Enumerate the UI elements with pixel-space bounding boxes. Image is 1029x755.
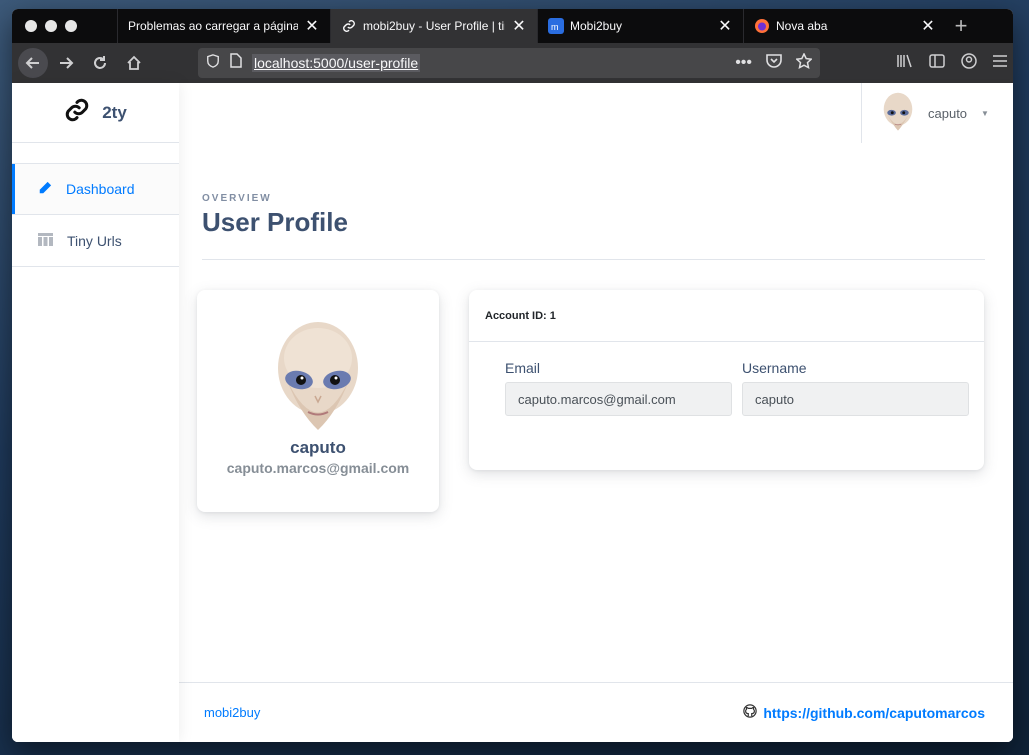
browser-window: Problemas ao carregar a página ✕ mobi2bu… [12,9,1013,742]
mobi2buy-favicon-icon: m [548,18,564,34]
home-icon[interactable] [118,47,150,79]
page-overline: OVERVIEW [202,193,272,204]
zoom-window-button[interactable] [65,20,77,32]
pencil-icon [38,181,52,198]
minimize-window-button[interactable] [45,20,57,32]
more-options-icon[interactable]: ••• [735,54,752,72]
close-icon[interactable]: ✕ [511,16,527,36]
page-icon [230,53,242,73]
tab-title: Mobi2buy [570,19,623,33]
shield-icon[interactable] [206,53,220,73]
svg-text:m: m [551,22,559,32]
link-icon [341,18,357,34]
page-title: User Profile [202,207,348,237]
sidebar: 2ty Dashboard Tiny Urls [12,83,179,742]
account-card: Account ID: 1 Email caputo.marcos@gmail.… [469,290,984,470]
table-icon [38,232,53,249]
avatar [882,92,914,135]
caret-down-icon: ▼ [981,108,989,118]
top-navbar: caputo ▼ [179,83,1013,143]
browser-tab-active[interactable]: mobi2buy - User Profile | tin ✕ [330,9,537,43]
close-icon[interactable]: ✕ [717,16,733,36]
sidebar-item-label: Dashboard [66,181,135,197]
username-field[interactable]: caputo [742,382,969,416]
username: caputo [928,105,968,121]
profile-name: caputo [290,438,346,457]
forward-arrow-icon[interactable] [50,47,82,79]
profile-email: caputo.marcos@gmail.com [226,460,410,476]
sidebar-item-label: Tiny Urls [67,232,122,249]
username-field-group: Username caputo [742,360,969,416]
account-id: Account ID: 1 [469,290,984,342]
link-icon [64,97,90,128]
github-url: https://github.com/caputomarcos [763,704,985,721]
username-label: Username [742,360,807,376]
footer-brand-link[interactable]: mobi2buy [204,705,260,720]
github-icon [743,704,758,721]
content-area: OVERVIEW User Profile caputo caputo.marc… [179,143,1013,682]
navigation-bar: localhost:5000/user-profile ••• [12,43,1013,83]
firefox-icon [754,18,770,34]
reload-icon[interactable] [84,47,116,79]
browser-tab[interactable]: Problemas ao carregar a página ✕ [117,9,330,43]
sidebar-item-tiny-urls[interactable]: Tiny Urls [12,215,179,267]
url-bar[interactable]: localhost:5000/user-profile ••• [198,48,820,78]
brand[interactable]: 2ty [12,83,179,143]
tab-title: Problemas ao carregar a página [128,19,298,33]
main-area: caputo ▼ OVERVIEW User Profile caputo ca… [179,83,1013,742]
pocket-icon[interactable] [766,53,782,73]
tab-title: mobi2buy - User Profile | tin [363,19,505,33]
brand-name: 2ty [102,102,127,122]
library-icon[interactable] [897,54,913,73]
url-text[interactable]: localhost:5000/user-profile [252,54,421,72]
footer-github-link[interactable]: https://github.com/caputomarcos [743,704,985,721]
sidebar-item-dashboard[interactable]: Dashboard [12,163,179,215]
browser-tab[interactable]: m Mobi2buy ✕ [537,9,743,43]
back-arrow-icon[interactable] [18,48,48,78]
menu-icon[interactable] [993,54,1007,72]
close-window-button[interactable] [25,20,37,32]
new-tab-icon[interactable]: + [946,9,976,43]
email-label: Email [505,360,541,376]
email-field-group: Email caputo.marcos@gmail.com [505,360,732,416]
star-icon[interactable] [795,51,813,74]
tab-bar: Problemas ao carregar a página ✕ mobi2bu… [12,9,1013,43]
divider [202,259,985,260]
footer: mobi2buy https://github.com/caputomarcos [179,682,1013,742]
user-menu[interactable]: caputo ▼ [861,83,1013,143]
account-icon[interactable] [961,52,977,74]
sidebar-toggle-icon[interactable] [929,53,945,73]
tab-title: Nova aba [776,19,828,33]
browser-tab[interactable]: Nova aba ✕ [743,9,946,43]
avatar [275,320,361,432]
window-controls [12,9,117,43]
close-icon[interactable]: ✕ [304,16,320,36]
close-icon[interactable]: ✕ [920,16,936,36]
profile-card: caputo caputo.marcos@gmail.com [197,290,439,512]
email-field[interactable]: caputo.marcos@gmail.com [505,382,732,416]
web-page: 2ty Dashboard Tiny Urls caputo ▼ OVERVIE… [12,83,1013,742]
